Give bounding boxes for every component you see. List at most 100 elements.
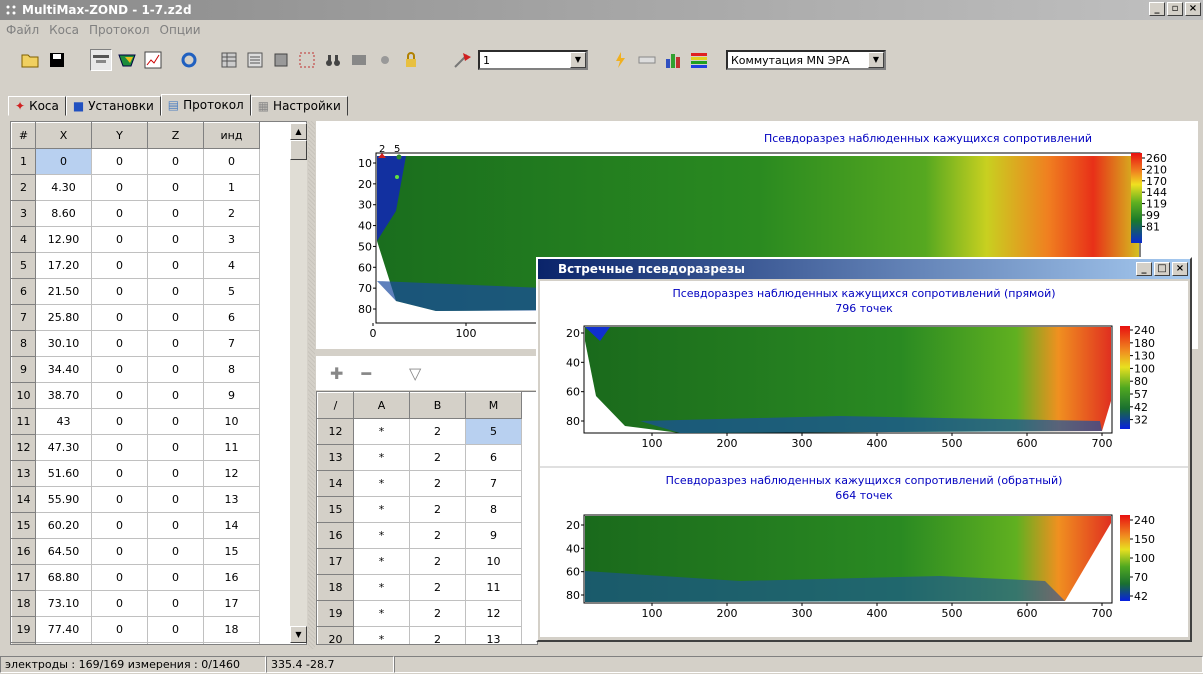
table-cell[interactable]: 13 [203,486,260,513]
table-cell[interactable]: 60.20 [35,512,92,539]
row-header-cell[interactable]: 15 [317,496,354,523]
table-cell[interactable]: 11 [203,434,260,461]
row-header-cell[interactable]: 17 [11,564,36,591]
table-cell[interactable]: 0 [147,278,204,305]
table-cell[interactable]: 0 [91,304,148,331]
tab-protocol[interactable]: ▤ Протокол [160,94,251,116]
table-cell[interactable]: 68.80 [35,564,92,591]
table-cell[interactable]: 0 [203,148,260,175]
table-cell[interactable]: * [353,522,410,549]
table-cell[interactable]: * [353,496,410,523]
table-cell[interactable]: 0 [91,538,148,565]
tab-settings[interactable]: ▦ Настройки [250,96,348,116]
table-cell[interactable]: 25.80 [35,304,92,331]
row-header-cell[interactable]: 16 [317,522,354,549]
table-cell[interactable]: 2 [409,626,466,644]
col-header[interactable]: # [11,122,36,149]
table-cell[interactable]: 19 [203,642,260,644]
save-icon[interactable] [46,49,68,71]
table-cell[interactable]: 0 [147,382,204,409]
row-header-cell[interactable]: 3 [11,200,36,227]
table-cell[interactable]: * [353,600,410,627]
menu-kosa[interactable]: Коса [49,23,79,37]
table-cell[interactable]: 0 [147,564,204,591]
table-cell[interactable]: 12 [203,460,260,487]
table-cell[interactable]: 73.10 [35,590,92,617]
table-cell[interactable]: 0 [147,538,204,565]
tab-setups[interactable]: ■ Установки [65,96,161,116]
table-row[interactable]: 18 73.10 0 0 17 [11,590,260,617]
table-row[interactable]: 14 55.90 0 0 13 [11,486,260,513]
binoculars-icon[interactable] [322,49,344,71]
row-header-cell[interactable]: 19 [11,616,36,643]
table-row[interactable]: 6 21.50 0 0 5 [11,278,260,305]
table-cell[interactable]: 16 [203,564,260,591]
table-cell[interactable]: 0 [147,304,204,331]
col-header[interactable]: инд [203,122,260,149]
table-cell[interactable]: 0 [91,408,148,435]
row-header-cell[interactable]: 4 [11,226,36,253]
book-icon[interactable] [270,49,292,71]
chevron-down-icon[interactable]: ▼ [570,52,586,68]
table-cell[interactable]: 17 [203,590,260,617]
table-cell[interactable]: 1 [203,174,260,201]
table-cell[interactable]: 77.40 [35,616,92,643]
table-cell[interactable]: 14 [203,512,260,539]
table-row[interactable]: 7 25.80 0 0 6 [11,304,260,331]
table-row[interactable]: 19 * 2 12 [317,600,522,627]
table-cell[interactable]: 0 [147,642,204,644]
table-cell[interactable]: 0 [147,200,204,227]
table-cell[interactable]: 0 [35,148,92,175]
counter-sections-plot[interactable]: Псевдоразрез наблюденных кажущихся сопро… [540,281,1188,637]
table-row[interactable]: 10000 [11,148,260,175]
table-cell[interactable]: 64.50 [35,538,92,565]
table-cell[interactable]: 0 [91,330,148,357]
table-row[interactable]: 16 64.50 0 0 15 [11,538,260,565]
bar-chart-icon[interactable] [662,49,684,71]
open-icon[interactable] [20,49,42,71]
table-cell[interactable]: 0 [91,174,148,201]
table-cell[interactable]: 30.10 [35,330,92,357]
table-cell[interactable]: 6 [203,304,260,331]
table-cell[interactable]: 9 [465,522,522,549]
maximize-button[interactable]: □ [1154,262,1170,276]
row-header-cell[interactable]: 5 [11,252,36,279]
table-cell[interactable]: 21.50 [35,278,92,305]
star-icon[interactable] [374,49,396,71]
table-row[interactable]: 20 * 2 13 [317,626,522,644]
col-header[interactable]: B [409,392,466,419]
minimize-button[interactable]: _ [1149,2,1165,16]
row-header-cell[interactable]: 14 [317,470,354,497]
table-cell[interactable]: 7 [203,330,260,357]
table-row[interactable]: 2 4.30 0 0 1 [11,174,260,201]
table-row[interactable]: 15 60.20 0 0 14 [11,512,260,539]
table-cell[interactable]: 3 [203,226,260,253]
table-cell[interactable]: 0 [147,434,204,461]
table-cell[interactable]: * [353,548,410,575]
table-cell[interactable]: 9 [203,382,260,409]
col-header[interactable]: Z [147,122,204,149]
electrodes-scrollbar[interactable]: ▲ ▼ [290,123,307,643]
line-select[interactable]: 1 ▼ [478,50,588,70]
table-row[interactable]: 15 * 2 8 [317,496,522,523]
row-header-cell[interactable]: 11 [11,408,36,435]
table-cell[interactable]: 18 [203,616,260,643]
table-cell[interactable]: 0 [147,356,204,383]
row-header-cell[interactable]: 20 [11,642,36,644]
menu-options[interactable]: Опции [160,23,201,37]
subwindow-titlebar[interactable]: Встречные псевдоразрезы _ □ × [538,259,1190,279]
table-cell[interactable]: 2 [409,496,466,523]
row-header-cell[interactable]: 19 [317,600,354,627]
table-cell[interactable]: 0 [147,148,204,175]
table-cell[interactable]: 5 [203,278,260,305]
table-cell[interactable]: 2 [409,444,466,471]
table-row[interactable]: 9 34.40 0 0 8 [11,356,260,383]
row-header-cell[interactable]: 10 [11,382,36,409]
col-header[interactable]: M [465,392,522,419]
section-icon[interactable] [116,49,138,71]
row-header-cell[interactable]: 1 [11,148,36,175]
lightning-icon[interactable] [610,49,632,71]
table-cell[interactable]: 55.90 [35,486,92,513]
table-row[interactable]: 2081.700019 [11,642,260,644]
table-cell[interactable]: 13 [465,626,522,644]
